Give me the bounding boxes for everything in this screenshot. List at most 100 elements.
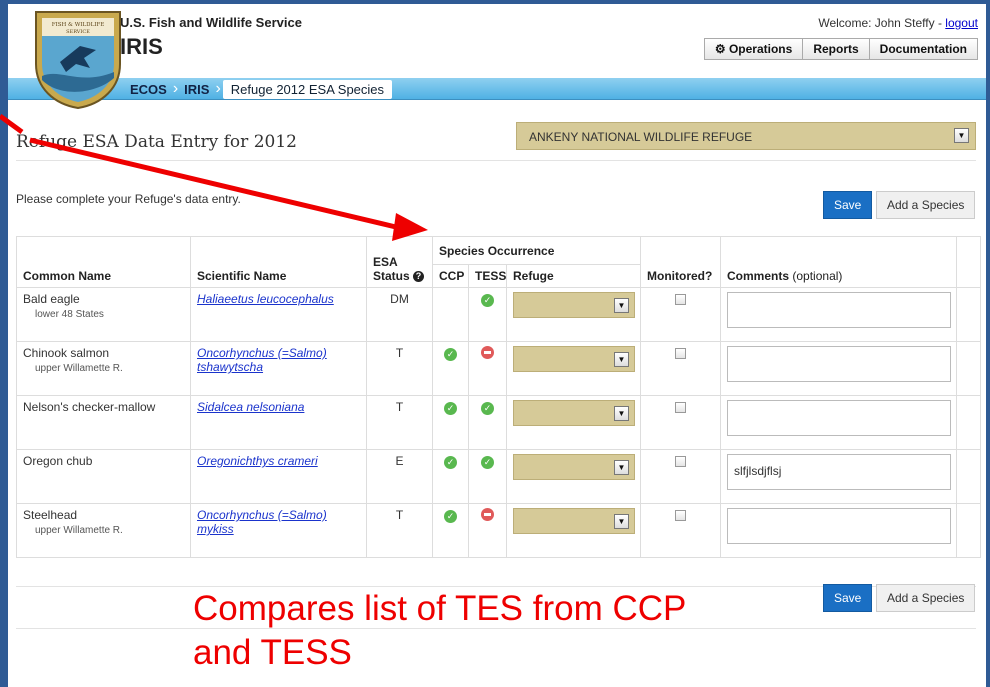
check-icon: ✓ (444, 348, 457, 361)
cell-spacer (956, 503, 982, 558)
cell-tess (468, 341, 507, 396)
breadcrumb-bar: ECOS › IRIS › Refuge 2012 ESA Species (8, 78, 986, 100)
svg-text:SERVICE: SERVICE (66, 29, 90, 35)
check-icon: ✓ (481, 402, 494, 415)
comments-field[interactable] (727, 508, 952, 544)
no-entry-icon (481, 508, 494, 521)
breadcrumb-iris[interactable]: IRIS (180, 82, 213, 97)
table-row: Oregon chub Oregonichthys crameri E ✓ ✓ ▼ slfj… (16, 449, 982, 504)
population-note: upper Willamette R. (35, 363, 123, 374)
cell-ccp: ✓ (432, 395, 469, 450)
dropdown-arrow-icon[interactable]: ▼ (614, 514, 629, 529)
cell-ccp: ✓ (432, 503, 469, 558)
dropdown-arrow-icon[interactable]: ▼ (954, 128, 969, 143)
common-name: Chinook salmon (23, 346, 110, 360)
check-icon: ✓ (481, 456, 494, 469)
common-name: Bald eagle (23, 292, 80, 306)
cell-ccp (432, 287, 469, 342)
chevron-right-icon: › (172, 80, 179, 97)
cell-monitored (640, 287, 722, 342)
gear-icon: ⚙ (714, 42, 729, 56)
refuge-occurrence-select[interactable]: ▼ (513, 454, 635, 480)
scientific-name-link[interactable]: Sidalcea nelsoniana (197, 400, 304, 414)
table-body: Bald eagle lower 48 States Haliaeetus leuc… (16, 287, 982, 558)
cell-ccp: ✓ (432, 449, 469, 504)
monitored-checkbox[interactable] (675, 456, 687, 467)
scientific-name-link[interactable]: Haliaeetus leucocephalus (197, 292, 334, 306)
usfws-logo[interactable]: FISH & WILDLIFE SERVICE (30, 6, 126, 110)
scientific-name-link[interactable]: Oncorhynchus (=Salmo) tshawytscha (197, 346, 327, 374)
species-table: Common Name Scientific Name ESA Status ?… (16, 236, 982, 558)
welcome-label: Welcome: John Steffy - (818, 16, 946, 30)
comments-field[interactable] (727, 400, 952, 436)
monitored-checkbox[interactable] (675, 402, 687, 413)
col-header-spacer (956, 236, 982, 288)
breadcrumb-ecos[interactable]: ECOS (126, 82, 171, 97)
cell-refuge: ▼ (505, 287, 642, 342)
nav-documentation[interactable]: Documentation (868, 39, 977, 59)
nav-operations[interactable]: ⚙ Operations (705, 39, 802, 59)
col-header-ccp: CCP (432, 264, 469, 288)
col-header-comments: Comments (optional) (720, 236, 958, 288)
cell-tess (468, 503, 507, 558)
monitored-checkbox[interactable] (675, 294, 687, 305)
cell-esa-status: T (366, 395, 433, 450)
col-header-tess: TESS (468, 264, 507, 288)
cell-comments: slfjlsdjflsj (720, 449, 958, 504)
cell-refuge: ▼ (505, 395, 642, 450)
page: FISH & WILDLIFE SERVICE U.S. Fish and Wi… (8, 4, 986, 687)
refuge-occurrence-select[interactable]: ▼ (513, 400, 635, 426)
cell-tess: ✓ (468, 395, 507, 450)
add-species-button-bottom[interactable]: Add a Species (876, 584, 976, 612)
table-row: Bald eagle lower 48 States Haliaeetus leuc… (16, 287, 982, 342)
site-name: U.S. Fish and Wildlife Service (120, 15, 302, 30)
dropdown-arrow-icon[interactable]: ▼ (614, 352, 629, 367)
scientific-name-link[interactable]: Oncorhynchus (=Salmo) mykiss (197, 508, 327, 536)
cell-common-name: Nelson's checker-mallow (16, 395, 191, 450)
cell-spacer (956, 395, 982, 450)
nav-documentation-label: Documentation (879, 42, 967, 56)
cell-comments (720, 503, 958, 558)
top-nav: ⚙ Operations Reports Documentation (703, 38, 978, 60)
refuge-occurrence-select[interactable]: ▼ (513, 292, 635, 318)
cell-scientific-name: Haliaeetus leucocephalus (190, 287, 367, 342)
comments-field[interactable] (727, 346, 952, 382)
status-label-wrap: Status ? (373, 269, 426, 283)
cell-tess: ✓ (468, 449, 507, 504)
monitored-checkbox[interactable] (675, 510, 687, 521)
nav-reports[interactable]: Reports (802, 39, 868, 59)
monitored-checkbox[interactable] (675, 348, 687, 359)
cell-scientific-name: Oregonichthys crameri (190, 449, 367, 504)
cell-esa-status: E (366, 449, 433, 504)
dropdown-arrow-icon[interactable]: ▼ (614, 460, 629, 475)
cell-common-name: Bald eagle lower 48 States (16, 287, 191, 342)
nav-operations-label: Operations (728, 42, 793, 56)
cell-esa-status: T (366, 341, 433, 396)
cell-common-name: Oregon chub (16, 449, 191, 504)
scientific-name-link[interactable]: Oregonichthys crameri (197, 454, 318, 468)
common-name: Oregon chub (23, 454, 93, 468)
add-species-button-top[interactable]: Add a Species (876, 191, 976, 219)
cell-monitored (640, 449, 722, 504)
cell-scientific-name: Sidalcea nelsoniana (190, 395, 367, 450)
dropdown-arrow-icon[interactable]: ▼ (614, 298, 629, 313)
save-button-top[interactable]: Save (823, 191, 873, 219)
col-header-monitored: Monitored? (640, 236, 722, 288)
page-title: Refuge ESA Data Entry for 2012 (16, 132, 297, 152)
refuge-occurrence-select[interactable]: ▼ (513, 346, 635, 372)
col-header-refuge: Refuge (505, 264, 642, 288)
check-icon: ✓ (481, 294, 494, 307)
cell-spacer (956, 287, 982, 342)
esa-label: ESA (373, 255, 398, 269)
instruction-text: Please complete your Refuge's data entry… (16, 192, 241, 206)
save-button-bottom[interactable]: Save (823, 584, 873, 612)
refuge-occurrence-select[interactable]: ▼ (513, 508, 635, 534)
comments-label: Comments (727, 269, 790, 283)
comments-field[interactable] (727, 292, 952, 328)
comments-field[interactable]: slfjlsdjflsj (727, 454, 952, 490)
refuge-select[interactable]: ANKENY NATIONAL WILDLIFE REFUGE ▼ (516, 122, 976, 150)
logout-link[interactable]: logout (945, 16, 978, 30)
help-icon[interactable]: ? (413, 271, 425, 283)
cell-refuge: ▼ (505, 449, 642, 504)
dropdown-arrow-icon[interactable]: ▼ (614, 406, 629, 421)
